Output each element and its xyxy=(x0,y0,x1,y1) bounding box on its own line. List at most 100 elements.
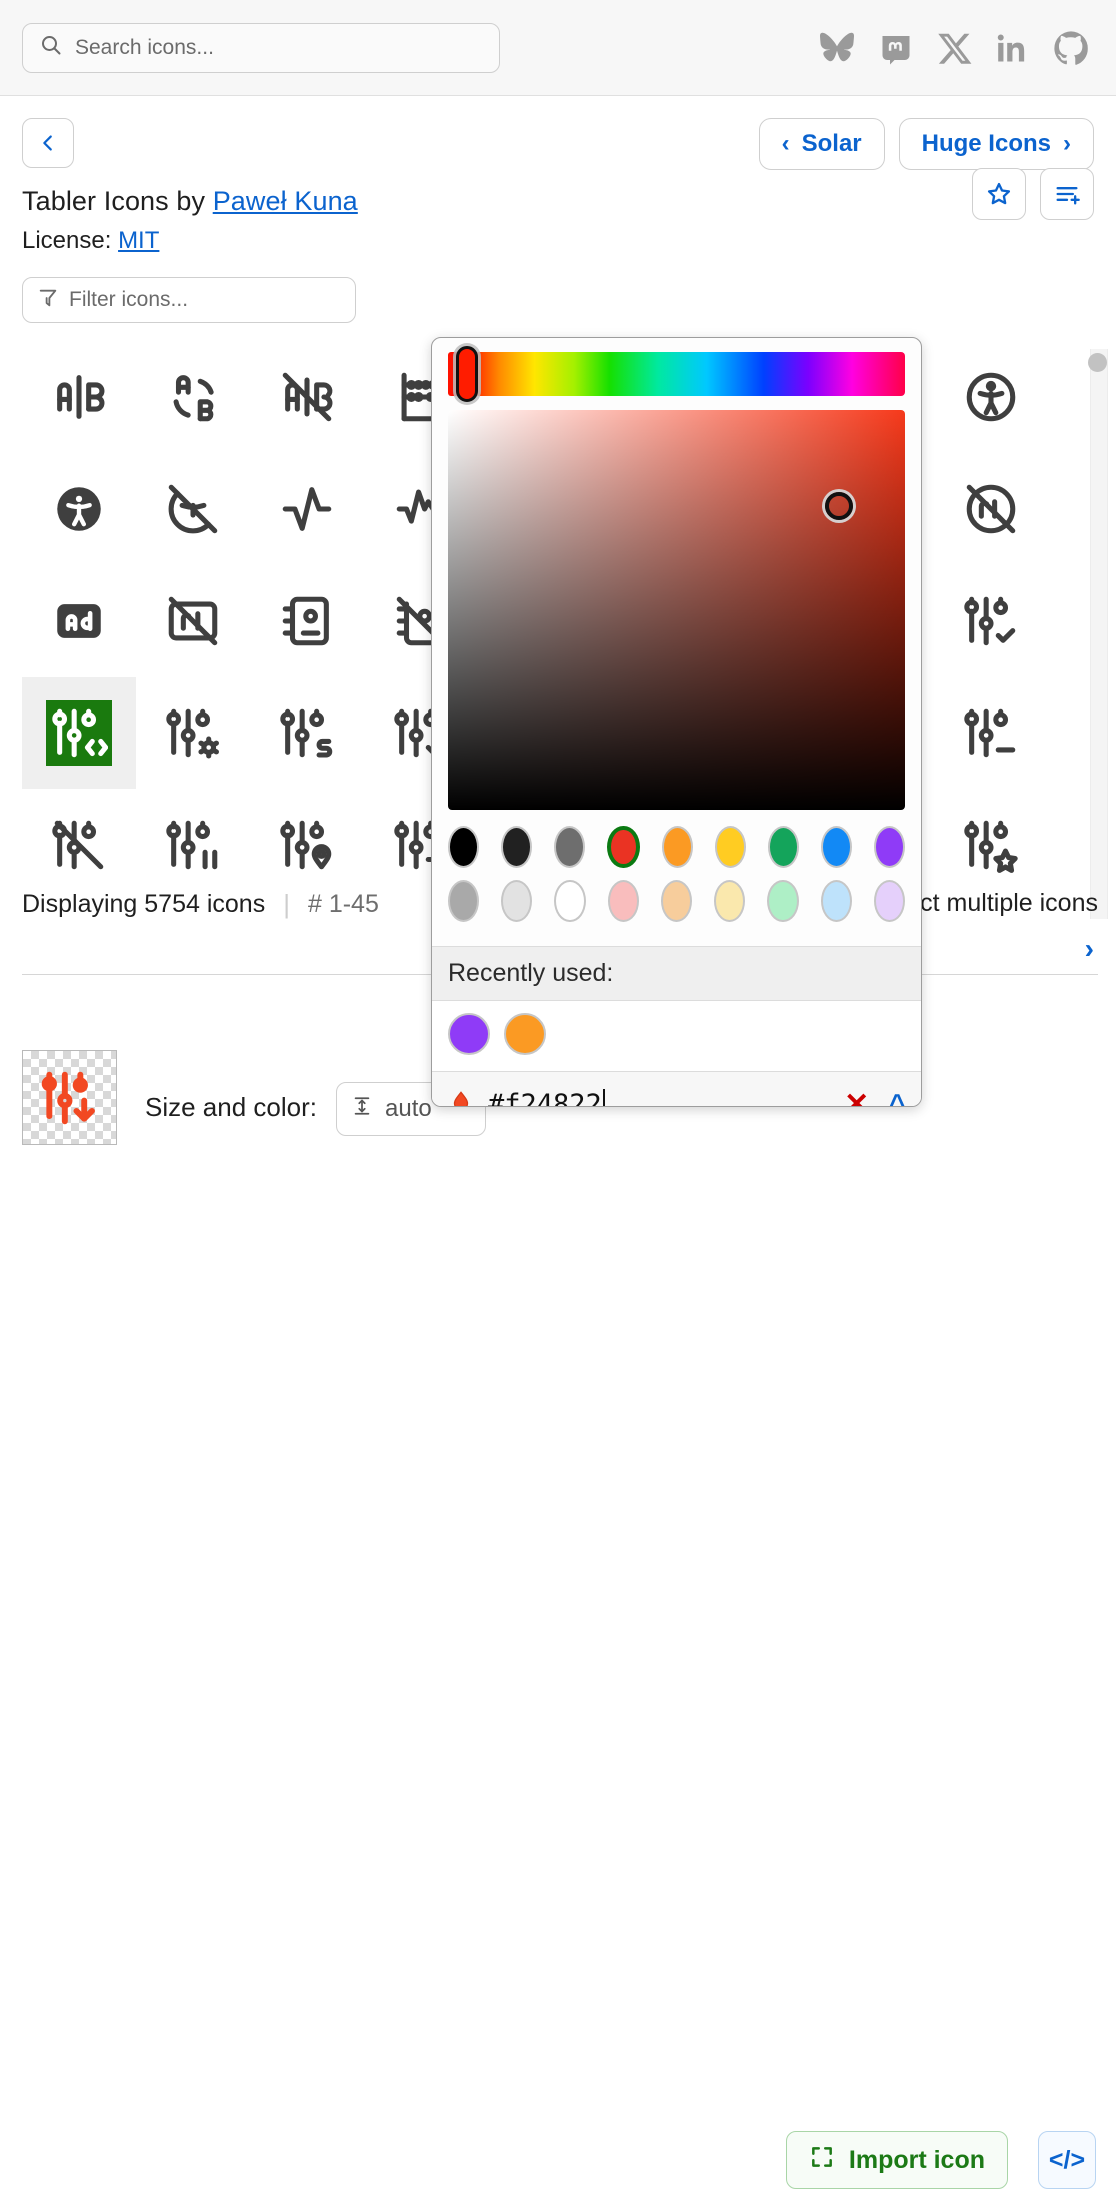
hex-text: #f24822 xyxy=(488,1089,602,1107)
adjustments-code-icon xyxy=(50,704,108,762)
saturation-value-area[interactable] xyxy=(448,410,905,810)
swatch-row-primary xyxy=(448,826,905,868)
collapse-picker-button[interactable]: ^ xyxy=(889,1089,905,1106)
a-b-2-icon xyxy=(164,368,222,426)
swatch-pastel-3[interactable] xyxy=(607,880,639,922)
grid-scrollbar-thumb[interactable] xyxy=(1088,353,1107,372)
swatch-pastel-7[interactable] xyxy=(820,880,852,922)
icon-cell-activity[interactable] xyxy=(250,453,364,565)
back-button[interactable] xyxy=(22,118,74,168)
swatch-pastel-1[interactable] xyxy=(501,880,533,922)
next-pack-label: Huge Icons xyxy=(921,130,1051,157)
import-icon-button[interactable]: Import icon xyxy=(785,2131,1008,2189)
github-icon[interactable] xyxy=(1052,29,1090,67)
icon-cell-accessible[interactable] xyxy=(934,341,1048,453)
swatch-palette xyxy=(432,810,921,946)
icon-cell-ad-off[interactable] xyxy=(136,565,250,677)
swatch-primary-5[interactable] xyxy=(714,826,746,868)
adjustments-dollar-icon xyxy=(278,704,336,762)
icon-cell-adjustments-code[interactable] xyxy=(22,677,136,789)
swatch-pastel-5[interactable] xyxy=(714,880,746,922)
address-book-icon xyxy=(278,592,336,650)
color-picker-popup[interactable]: Recently used: #f24822 ✕ ^ xyxy=(431,337,922,1107)
frame-corners-icon xyxy=(809,2144,835,2177)
author-link[interactable]: Paweł Kuna xyxy=(213,186,358,216)
swatch-primary-2[interactable] xyxy=(554,826,586,868)
code-icon: </> xyxy=(1048,2145,1086,2174)
filter-icon xyxy=(37,287,59,314)
adjustments-minus-icon xyxy=(962,704,1020,762)
view-code-button[interactable]: </> xyxy=(1038,2131,1096,2189)
adjustments-check-icon xyxy=(962,592,1020,650)
swatch-pastel-2[interactable] xyxy=(554,880,586,922)
favorite-button[interactable] xyxy=(972,168,1026,220)
prev-pack-button[interactable]: ‹ Solar xyxy=(758,118,885,170)
search-icon xyxy=(39,33,63,62)
swatch-primary-7[interactable] xyxy=(820,826,852,868)
next-pack-button[interactable]: Huge Icons › xyxy=(898,118,1094,170)
swatch-primary-1[interactable] xyxy=(501,826,533,868)
swatch-primary-4[interactable] xyxy=(661,826,693,868)
bluesky-icon[interactable] xyxy=(818,31,856,65)
pack-title-prefix: Tabler Icons by xyxy=(22,186,213,216)
swatch-primary-3[interactable] xyxy=(607,826,640,868)
droplet-icon xyxy=(448,1088,474,1106)
filter-placeholder: Filter icons... xyxy=(69,288,189,311)
icon-cell-adjustments-check[interactable] xyxy=(934,565,1048,677)
hex-input-bar[interactable]: #f24822 ✕ ^ xyxy=(432,1071,921,1107)
icon-cell-accessible-off[interactable] xyxy=(136,453,250,565)
search-input[interactable]: Search icons... xyxy=(22,22,500,73)
size-and-color-label: Size and color: xyxy=(145,1092,317,1122)
recent-swatch-0[interactable] xyxy=(448,1013,490,1055)
swatch-pastel-8[interactable] xyxy=(873,880,905,922)
top-bar: Search icons... xyxy=(0,0,1116,96)
linkedin-icon[interactable] xyxy=(994,30,1030,66)
x-icon[interactable] xyxy=(936,30,972,66)
icon-cell-address-book[interactable] xyxy=(250,565,364,677)
expand-chevron-icon[interactable]: › xyxy=(1085,933,1094,965)
license-link[interactable]: MIT xyxy=(118,227,159,254)
hue-slider[interactable] xyxy=(448,346,905,402)
adjustments-star-icon xyxy=(962,816,1020,874)
arrow-autofit-height-icon xyxy=(351,1094,373,1125)
hue-slider-thumb[interactable] xyxy=(456,346,478,402)
recent-swatch-1[interactable] xyxy=(504,1013,546,1055)
ad-off-icon xyxy=(164,592,222,650)
adjustments-cog-icon xyxy=(164,704,222,762)
add-to-list-button[interactable] xyxy=(1040,168,1094,220)
pack-nav-row: ‹ Solar Huge Icons › xyxy=(0,96,1116,174)
chevron-right-icon: › xyxy=(1063,130,1071,157)
clear-color-button[interactable]: ✕ xyxy=(844,1087,869,1106)
mastodon-icon[interactable] xyxy=(878,30,914,66)
icon-cell-a-b-off[interactable] xyxy=(250,341,364,453)
swatch-pastel-0[interactable] xyxy=(448,880,480,922)
swatch-row-pastel xyxy=(448,880,905,922)
adjustments-off-icon xyxy=(50,816,108,874)
activity-icon xyxy=(278,480,336,538)
icon-cell-a-b[interactable] xyxy=(22,341,136,453)
accessible-filled-icon xyxy=(50,480,108,538)
filter-input[interactable]: Filter icons... xyxy=(22,277,356,323)
adjustments-down-icon xyxy=(41,1071,95,1124)
swatch-primary-0[interactable] xyxy=(448,826,480,868)
icon-cell-ad-filled[interactable] xyxy=(22,565,136,677)
swatch-primary-8[interactable] xyxy=(873,826,905,868)
saturation-value-cursor[interactable] xyxy=(825,492,853,520)
icon-preview xyxy=(22,1050,117,1145)
icon-cell-a-b-2[interactable] xyxy=(136,341,250,453)
icon-cell-accessible-filled[interactable] xyxy=(22,453,136,565)
hue-gradient[interactable] xyxy=(464,352,905,396)
icon-cell-adjustments-cog[interactable] xyxy=(136,677,250,789)
grid-scrollbar[interactable] xyxy=(1090,349,1108,919)
license-line: License: MIT xyxy=(22,227,1094,255)
swatch-primary-6[interactable] xyxy=(767,826,799,868)
hex-actions: ✕ ^ xyxy=(844,1087,905,1106)
icon-cell-adjustments-dollar[interactable] xyxy=(250,677,364,789)
icon-cell-adjustments-minus[interactable] xyxy=(934,677,1048,789)
icon-cell-ad-circle-off[interactable] xyxy=(934,453,1048,565)
hex-value[interactable]: #f24822 xyxy=(488,1089,605,1107)
swatch-pastel-4[interactable] xyxy=(660,880,693,922)
ad-circle-off-icon xyxy=(962,480,1020,538)
swatch-pastel-6[interactable] xyxy=(767,880,799,922)
list-add-icon xyxy=(1056,187,1080,205)
